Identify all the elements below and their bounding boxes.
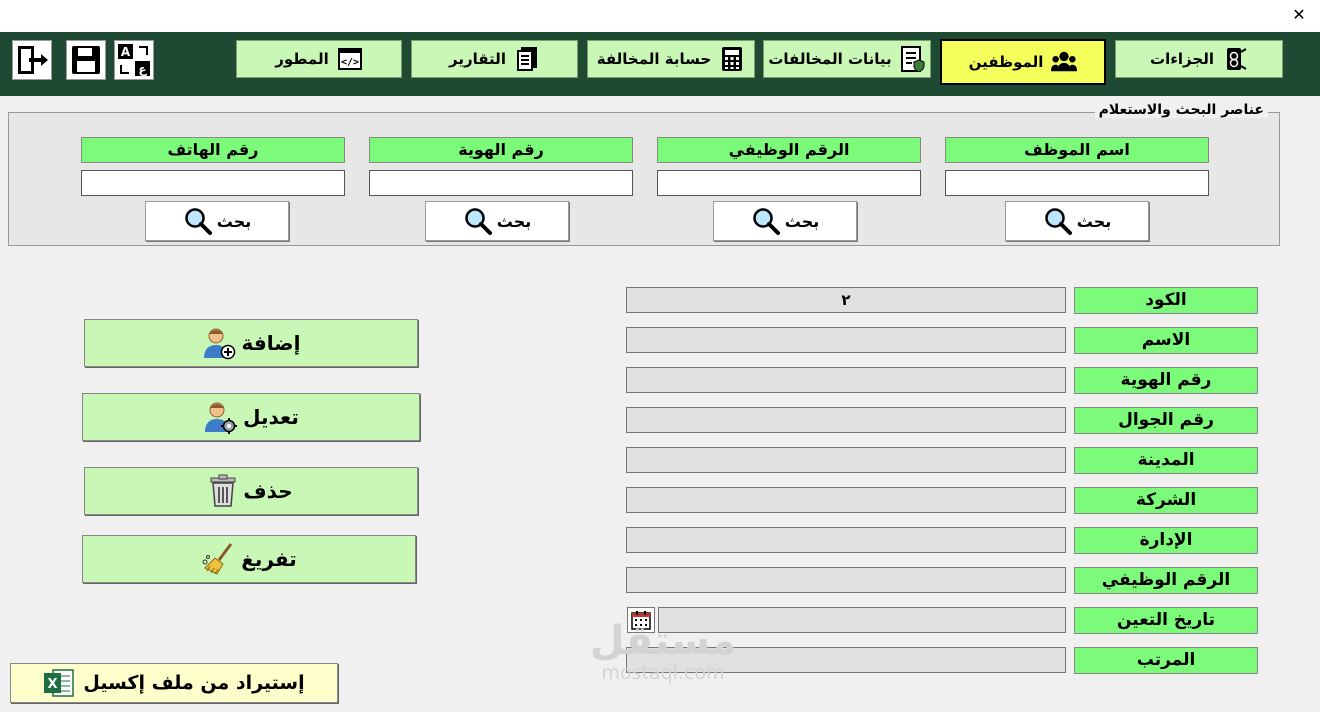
nav-developer-label: المطور bbox=[275, 50, 329, 68]
magnifier-icon bbox=[1045, 208, 1072, 235]
name-label: الاسم bbox=[1074, 327, 1258, 354]
import-excel-label: إستيراد من ملف إكسيل bbox=[83, 672, 305, 694]
job-number-search-button[interactable]: بحث bbox=[713, 201, 857, 241]
checklist-shield-icon bbox=[900, 46, 926, 72]
svg-text:A: A bbox=[121, 45, 131, 59]
id-number-field[interactable] bbox=[626, 367, 1066, 393]
magnifier-icon bbox=[465, 208, 492, 235]
svg-text:X: X bbox=[48, 677, 58, 692]
phone-search-button[interactable]: بحث bbox=[145, 201, 289, 241]
mobile-field[interactable] bbox=[626, 407, 1066, 433]
add-user-icon bbox=[203, 328, 235, 360]
code-window-icon: </> bbox=[337, 46, 363, 72]
search-button-label: بحث bbox=[784, 211, 820, 231]
job-number-field[interactable] bbox=[626, 567, 1066, 593]
clear-button[interactable]: تفريغ bbox=[82, 535, 416, 583]
employee-name-search-label: اسم الموظف bbox=[945, 137, 1209, 163]
search-button-label: بحث bbox=[216, 211, 252, 231]
nav-penalties-label: الجزاءات bbox=[1150, 50, 1214, 68]
phone-search-input[interactable] bbox=[81, 170, 345, 196]
nav-violations-data[interactable]: بيانات المخالفات bbox=[763, 40, 931, 78]
edit-button[interactable]: تعديل bbox=[82, 393, 420, 441]
job-number-search-label: الرقم الوظيفي bbox=[657, 137, 921, 163]
city-label: المدينة bbox=[1074, 447, 1258, 474]
report-document-icon bbox=[514, 46, 540, 72]
nav-violation-calc-label: حسابة المخالفة bbox=[596, 50, 712, 68]
employee-name-search-button[interactable]: بحث bbox=[1005, 201, 1149, 241]
nav-penalties[interactable]: الجزاءات bbox=[1115, 40, 1283, 78]
svg-text:ع: ع bbox=[138, 62, 147, 76]
id-search-label: رقم الهوية bbox=[369, 137, 633, 163]
search-button-label: بحث bbox=[1076, 211, 1112, 231]
company-field[interactable] bbox=[626, 487, 1066, 513]
id-search-button[interactable]: بحث bbox=[425, 201, 569, 241]
job-number-label: الرقم الوظيفي bbox=[1074, 567, 1258, 594]
import-excel-button[interactable]: إستيراد من ملف إكسيل X bbox=[10, 663, 338, 703]
code-label: الكود bbox=[1074, 287, 1258, 314]
nav-reports[interactable]: التقارير bbox=[411, 40, 578, 78]
department-label: الإدارة bbox=[1074, 527, 1258, 554]
clear-button-label: تفريغ bbox=[241, 547, 297, 571]
city-field[interactable] bbox=[626, 447, 1066, 473]
id-number-label: رقم الهوية bbox=[1074, 367, 1258, 394]
code-field[interactable]: ٢ bbox=[626, 287, 1066, 313]
svg-text:</>: </> bbox=[341, 57, 359, 68]
department-field[interactable] bbox=[626, 527, 1066, 553]
nav-reports-label: التقارير bbox=[449, 50, 506, 68]
mobile-label: رقم الجوال bbox=[1074, 407, 1258, 434]
company-label: الشركة bbox=[1074, 487, 1258, 514]
exit-icon[interactable] bbox=[12, 40, 52, 80]
calendar-icon[interactable] bbox=[627, 607, 655, 633]
employee-name-search-input[interactable] bbox=[945, 170, 1209, 196]
trash-icon bbox=[210, 474, 236, 507]
users-group-icon bbox=[1051, 49, 1078, 75]
user-settings-icon bbox=[205, 402, 238, 434]
job-number-search-input[interactable] bbox=[657, 170, 921, 196]
penalty-handcuff-icon bbox=[1222, 46, 1248, 72]
delete-button[interactable]: حذف bbox=[84, 467, 418, 515]
nav-employees-label: الموظفين bbox=[968, 53, 1044, 71]
magnifier-icon bbox=[753, 208, 780, 235]
add-button-label: إضافة bbox=[241, 331, 301, 355]
magnifier-icon bbox=[185, 208, 212, 235]
id-search-input[interactable] bbox=[369, 170, 633, 196]
edit-button-label: تعديل bbox=[243, 405, 299, 429]
nav-violations-data-label: بيانات المخالفات bbox=[768, 50, 892, 68]
phone-search-label: رقم الهاتف bbox=[81, 137, 345, 163]
delete-button-label: حذف bbox=[243, 479, 293, 503]
close-window-button[interactable]: ✕ bbox=[1288, 4, 1310, 26]
nav-employees[interactable]: الموظفين bbox=[940, 39, 1106, 85]
salary-field[interactable] bbox=[626, 647, 1066, 673]
top-navigation-bar: Aع </> المطور التقارير حسابة المخالفة بي… bbox=[0, 32, 1320, 96]
save-icon[interactable] bbox=[66, 40, 106, 80]
title-bar: ✕ bbox=[0, 0, 1320, 32]
hire-date-label: تاريخ التعين bbox=[1074, 607, 1258, 634]
nav-violation-calc[interactable]: حسابة المخالفة bbox=[587, 40, 755, 78]
excel-icon: X bbox=[44, 669, 75, 697]
broom-icon bbox=[202, 543, 233, 575]
search-group-title: عناصر البحث والاستعلام bbox=[1094, 102, 1268, 118]
salary-label: المرتب bbox=[1074, 647, 1258, 674]
add-button[interactable]: إضافة bbox=[84, 319, 418, 367]
hire-date-field[interactable] bbox=[658, 607, 1066, 633]
calculator-icon bbox=[719, 46, 745, 72]
name-field[interactable] bbox=[626, 327, 1066, 353]
translate-icon[interactable]: Aع bbox=[114, 40, 154, 80]
nav-developer[interactable]: </> المطور bbox=[236, 40, 402, 78]
search-button-label: بحث bbox=[496, 211, 532, 231]
